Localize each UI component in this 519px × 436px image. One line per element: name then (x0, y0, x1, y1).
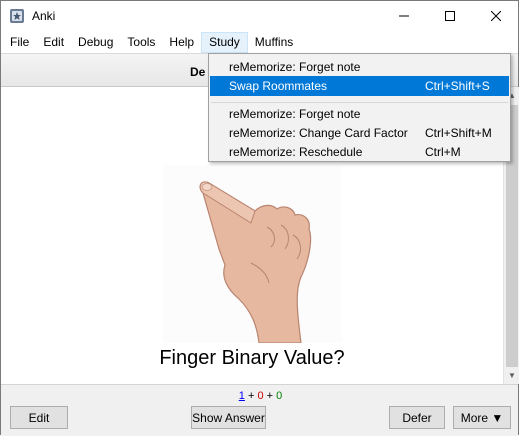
card-question: Finger Binary Value? (159, 347, 345, 369)
minimize-button[interactable] (381, 1, 427, 31)
edit-button[interactable]: Edit (10, 406, 68, 429)
minimize-icon (399, 15, 409, 17)
menu-item-shortcut: Ctrl+Shift+S (425, 79, 490, 93)
menu-edit[interactable]: Edit (36, 32, 71, 53)
menu-separator (211, 102, 508, 103)
count-separator: + (247, 390, 255, 402)
menu-debug[interactable]: Debug (71, 32, 120, 53)
menu-bar: File Edit Debug Tools Help Study Muffins (1, 32, 518, 53)
window-title: Anki (32, 9, 56, 23)
new-count: 1 (238, 390, 245, 402)
due-counts: 1 + 0 + 0 (1, 390, 519, 402)
menu-item-label: reMemorize: Forget note (229, 107, 361, 121)
menu-item-forget-note[interactable]: reMemorize: Forget note (210, 57, 509, 77)
count-separator: + (266, 390, 274, 402)
menu-item-shortcut: Ctrl+M (425, 145, 461, 159)
menu-help[interactable]: Help (162, 32, 201, 53)
show-answer-button[interactable]: Show Answer (191, 406, 266, 429)
menu-item-shortcut: Ctrl+Shift+M (425, 126, 492, 140)
menu-item-swap-roommates[interactable]: Swap Roommates Ctrl+Shift+S (210, 76, 509, 96)
menu-item-forget-note-2[interactable]: reMemorize: Forget note (210, 104, 509, 124)
menu-item-change-card-factor[interactable]: reMemorize: Change Card Factor Ctrl+Shif… (210, 123, 509, 143)
defer-button[interactable]: Defer (389, 406, 445, 429)
study-dropdown-menu: reMemorize: Forget note Swap Roommates C… (208, 53, 511, 162)
maximize-icon (445, 11, 455, 21)
menu-study[interactable]: Study (201, 32, 248, 53)
more-button[interactable]: More ▼ (453, 406, 511, 429)
menu-item-label: reMemorize: Reschedule (229, 145, 363, 159)
menu-item-label: Swap Roommates (229, 79, 328, 93)
close-icon (491, 11, 501, 21)
middle-finger-image (163, 165, 342, 343)
close-button[interactable] (473, 1, 519, 31)
menu-file[interactable]: File (1, 32, 36, 53)
toolbar-decks-link[interactable]: De (190, 65, 205, 79)
maximize-button[interactable] (427, 1, 473, 31)
review-count: 0 (276, 390, 283, 402)
anki-app-icon (10, 9, 24, 23)
menu-item-label: reMemorize: Change Card Factor (229, 126, 408, 140)
title-bar: Anki (1, 1, 518, 32)
menu-muffins[interactable]: Muffins (248, 32, 300, 53)
menu-tools[interactable]: Tools (120, 32, 162, 53)
scroll-down-arrow-icon[interactable]: ▼ (504, 367, 519, 384)
menu-item-reschedule[interactable]: reMemorize: Reschedule Ctrl+M (210, 142, 509, 162)
anki-window: Anki File Edit Debug Tools Help Study Mu… (0, 0, 519, 436)
menu-item-label: reMemorize: Forget note (229, 60, 361, 74)
bottom-bar: 1 + 0 + 0 Edit Show Answer Defer More ▼ (1, 384, 518, 436)
learn-count: 0 (257, 390, 264, 402)
